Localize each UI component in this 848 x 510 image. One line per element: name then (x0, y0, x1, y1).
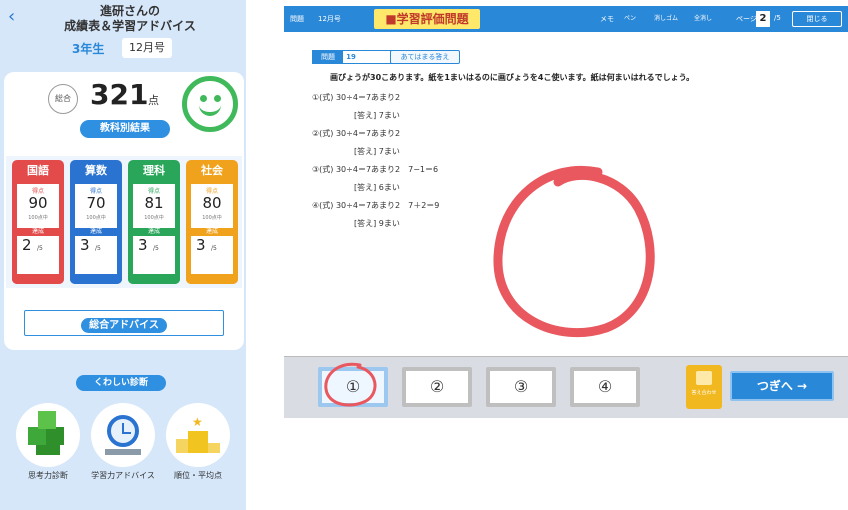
choice-4-button[interactable]: ④ (570, 367, 640, 407)
question-number-value: 19 (346, 53, 356, 61)
choice-2-button[interactable]: ② (402, 367, 472, 407)
subject-cards: 国語 得点 90 100点中 達成 2 /5 算数 得点 70 100点中 達成 (6, 156, 242, 288)
month-selector[interactable]: 12月号 (122, 38, 172, 58)
subject-name[interactable]: 社会 (186, 160, 238, 182)
clear-all-button[interactable]: 全消し (694, 12, 712, 26)
page-total: /5 (774, 14, 781, 22)
subject-level: 2 (22, 236, 32, 254)
subject-name[interactable]: 理科 (128, 160, 180, 182)
choice-3-button[interactable]: ③ (486, 367, 556, 407)
ranking-podium-icon: ★ (166, 403, 230, 467)
subject-card-footer (70, 274, 122, 284)
subject-results-label: 教科別結果 (80, 120, 170, 138)
subject-score: 80 (202, 194, 222, 212)
option-answer: [答え] 9まい (354, 219, 400, 228)
level-label: 達成 (75, 228, 117, 236)
option-expression: ②(式) 30÷4＝7あまり2 (312, 129, 401, 138)
smiley-face-icon (182, 76, 238, 132)
problem-viewer: 問題 12月号 ■学習評価問題 メモ ペン 消しゴム 全消し ページ 2 /5 … (284, 0, 848, 510)
page-label: ページ (736, 15, 757, 23)
problem-content: 問題 19 あてはまる答え 画びょうが30こあります。紙を1まいはるのに画びょうを… (304, 50, 834, 338)
diagnosis-thinking-button[interactable]: 思考力診断 (16, 403, 80, 481)
subject-body: 得点 80 100点中 達成 3 /5 (191, 184, 233, 274)
eraser-tool-button[interactable]: 消しゴム (654, 12, 678, 26)
level-label: 達成 (17, 228, 59, 236)
option-expression: ③(式) 30÷4＝7あまり2 7−1＝6 (312, 165, 439, 174)
subject-card-math[interactable]: 算数 得点 70 100点中 達成 3 /5 (70, 160, 122, 284)
level-label: 達成 (191, 228, 233, 236)
check-answer-button[interactable]: 答え合わせ (686, 365, 722, 409)
subject-name[interactable]: 算数 (70, 160, 122, 182)
subject-body: 得点 81 100点中 達成 3 /5 (133, 184, 175, 274)
subject-level: 3 (196, 236, 206, 254)
answer-choices-bar: ① ② ③ ④ 答え合わせ つぎへ → (284, 356, 848, 418)
total-score: 321 (90, 78, 149, 111)
option-answer: [答え] 7まい (354, 111, 400, 120)
score-sub-label: 100点中 (28, 215, 48, 221)
diagnosis-study-button[interactable]: 学習力アドバイス (91, 403, 155, 481)
subject-card-social[interactable]: 社会 得点 80 100点中 達成 3 /5 (186, 160, 238, 284)
toolbar-title: ■学習評価問題 (374, 9, 480, 29)
question-text: 画びょうが30こあります。紙を1まいはるのに画びょうを4こ使います。紙は何まいは… (330, 73, 695, 82)
subject-level-unit: /5 (211, 245, 217, 252)
level-label: 達成 (133, 228, 175, 236)
score-sub-label: 100点中 (202, 215, 222, 221)
question-tag: あてはまる答え (390, 50, 460, 64)
subject-level: 3 (80, 236, 90, 254)
question-number: 問題 19 (312, 50, 396, 64)
report-title-line2: 成績表＆学習アドバイス (64, 19, 196, 33)
subject-level-unit: /5 (37, 245, 43, 252)
lock-icon (696, 371, 712, 385)
green-cubes-icon (16, 403, 80, 467)
subject-card-footer (186, 274, 238, 284)
option-expression: ④(式) 30÷4＝7あまり2 7＋2＝9 (312, 201, 440, 210)
subject-score: 81 (144, 194, 164, 212)
option-answer: [答え] 6まい (354, 183, 400, 192)
score-card: 総合 321 点 教科別結果 国語 得点 90 100点中 達成 2 /5 算数… (4, 72, 244, 350)
close-button[interactable]: 閉じる (792, 11, 842, 27)
next-button[interactable]: つぎへ → (730, 371, 834, 401)
check-answer-label: 答え合わせ (691, 390, 717, 396)
back-chevron-icon[interactable]: ‹ (8, 6, 15, 27)
page-number-input[interactable]: 2 (756, 11, 770, 27)
total-badge: 総合 (48, 84, 78, 114)
diagnosis-ranking-button[interactable]: ★ 順位・平均点 (166, 403, 230, 481)
toolbar-problem-label: 問題 (290, 15, 304, 23)
subject-body: 得点 90 100点中 達成 2 /5 (17, 184, 59, 274)
report-title-line1: 進研さんの (99, 4, 160, 18)
pen-tool-button[interactable]: ペン (624, 12, 636, 26)
grade-label: 3年生 (72, 42, 105, 56)
toolbar-memo-label: メモ (600, 15, 614, 23)
report-panel: ‹ 進研さんの 成績表＆学習アドバイス 3年生 12月号 総合 321 点 教科… (0, 0, 246, 510)
subject-level-unit: /5 (95, 245, 101, 252)
subject-score: 90 (28, 194, 48, 212)
subject-level-unit: /5 (153, 245, 159, 252)
subject-card-japanese[interactable]: 国語 得点 90 100点中 達成 2 /5 (12, 160, 64, 284)
overall-advice-label: 総合アドバイス (81, 318, 167, 333)
score-sub-label: 100点中 (144, 215, 164, 221)
diagnosis-label: 思考力診断 (28, 471, 68, 480)
subject-body: 得点 70 100点中 達成 3 /5 (75, 184, 117, 274)
total-score-unit: 点 (148, 94, 159, 107)
report-title: 進研さんの 成績表＆学習アドバイス (40, 4, 220, 34)
subject-card-footer (12, 274, 64, 284)
subject-card-footer (128, 274, 180, 284)
question-kind: 問題 (313, 51, 343, 63)
detailed-diagnosis-label: くわしい診断 (76, 375, 166, 391)
diagnosis-label: 順位・平均点 (174, 471, 222, 480)
subject-name[interactable]: 国語 (12, 160, 64, 182)
score-sub-label: 100点中 (86, 215, 106, 221)
option-expression: ①(式) 30÷4＝7あまり2 (312, 93, 401, 102)
option-answer: [答え] 7まい (354, 147, 400, 156)
diagnosis-label: 学習力アドバイス (91, 471, 155, 480)
viewer-toolbar: 問題 12月号 ■学習評価問題 メモ ペン 消しゴム 全消し ページ 2 /5 … (284, 6, 848, 32)
toolbar-issue-label: 12月号 (318, 15, 341, 23)
overall-advice-button[interactable]: 総合アドバイス (24, 310, 224, 336)
choice-1-button[interactable]: ① (318, 367, 388, 407)
correct-mark-circle (493, 165, 655, 338)
subject-card-science[interactable]: 理科 得点 81 100点中 達成 3 /5 (128, 160, 180, 284)
subject-level: 3 (138, 236, 148, 254)
alarm-clock-icon (91, 403, 155, 467)
subject-score: 70 (86, 194, 106, 212)
